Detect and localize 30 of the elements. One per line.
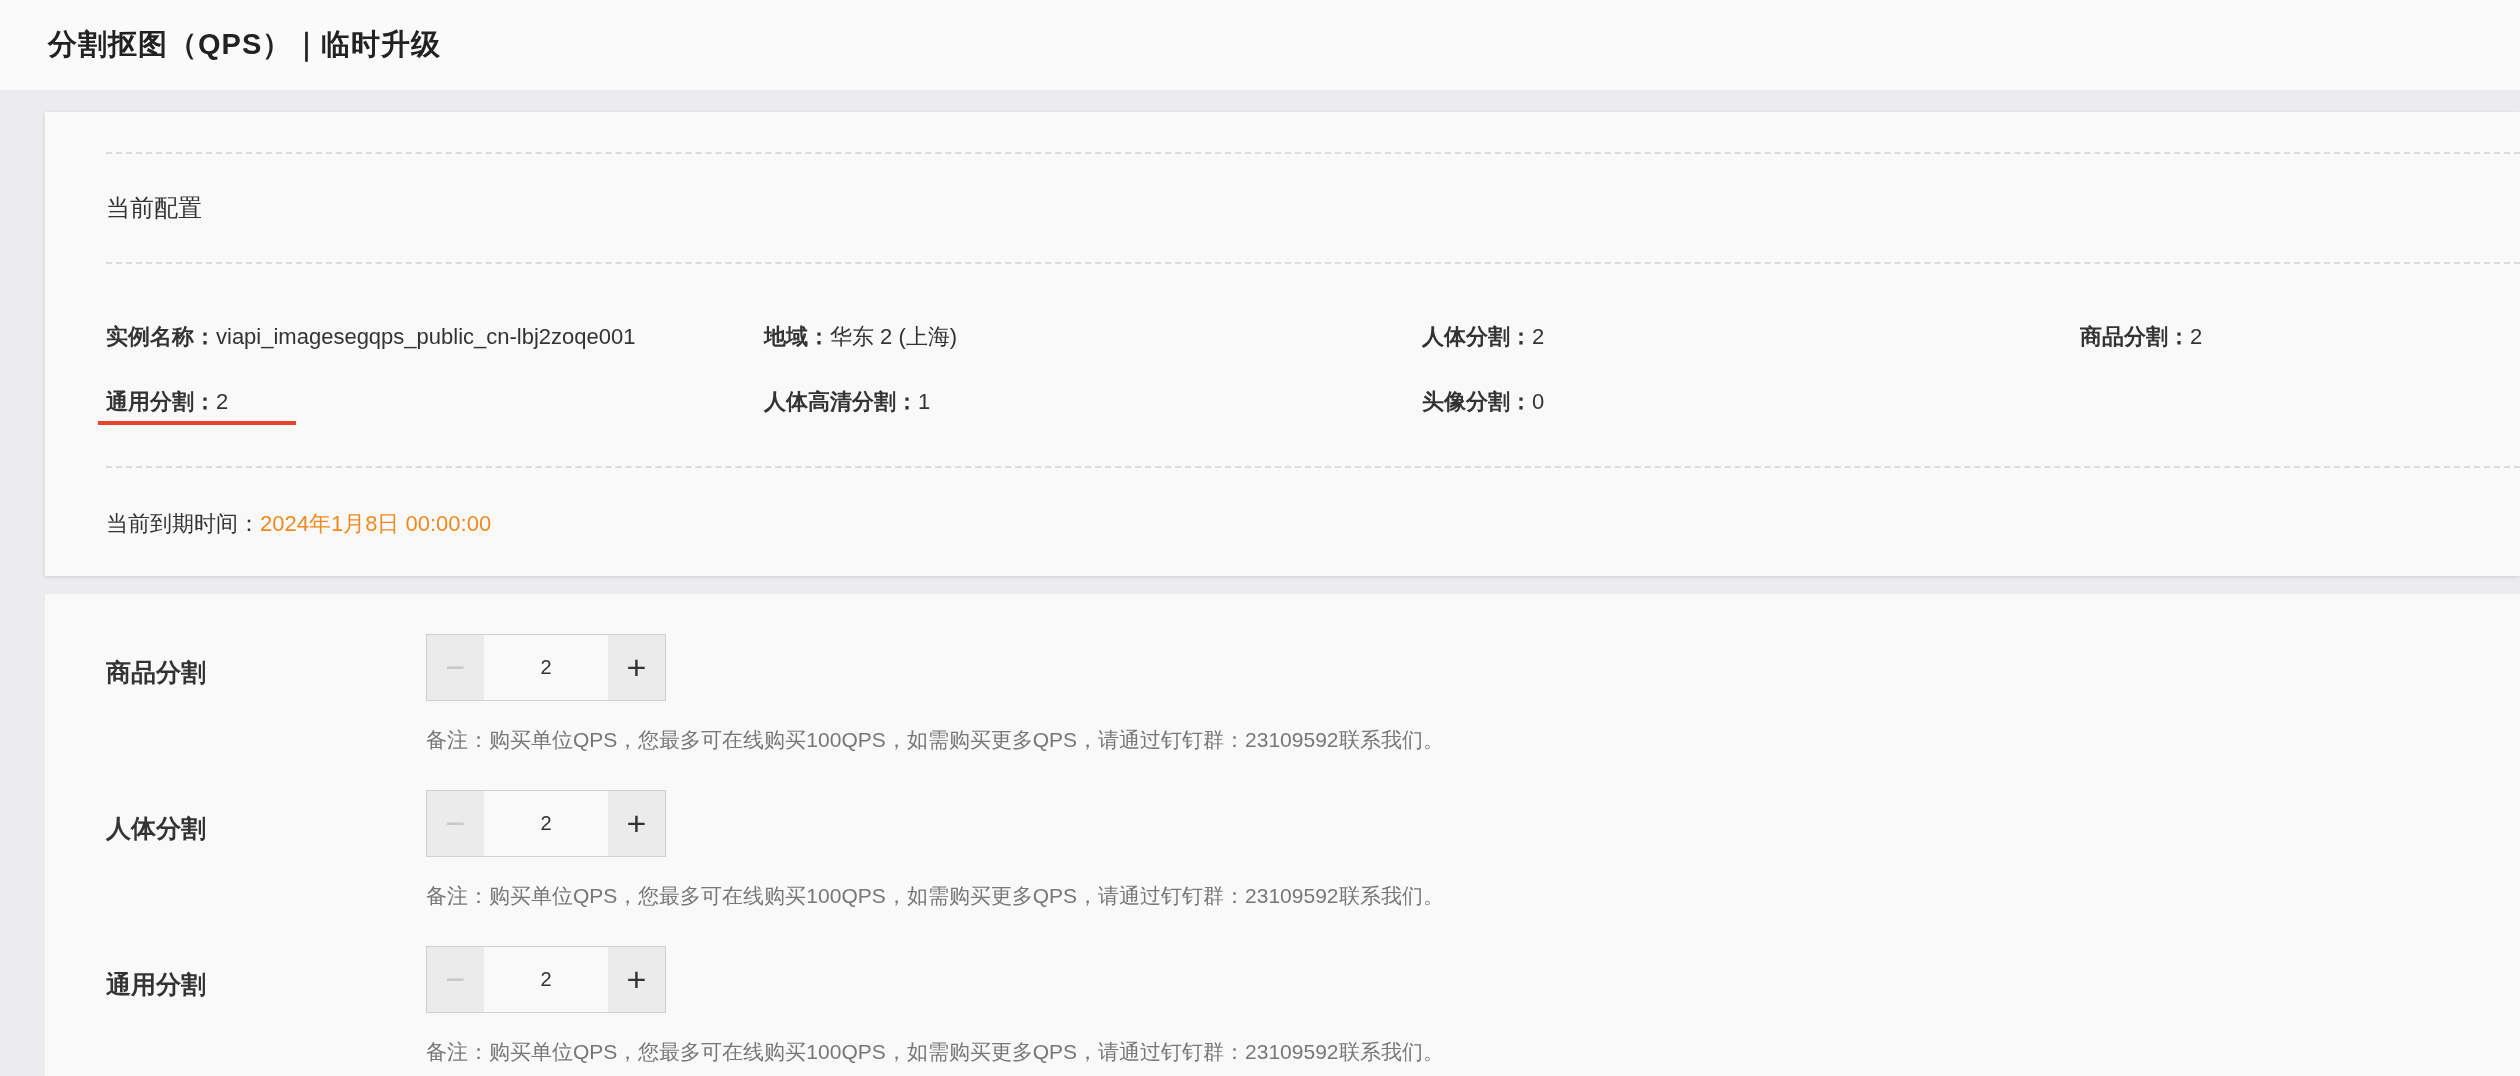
quantity-stepper[interactable]: − 2 + — [426, 634, 666, 701]
quantity-stepper[interactable]: − 2 + — [426, 790, 666, 857]
field-value: 2 — [216, 389, 229, 414]
increment-button[interactable]: + — [608, 947, 665, 1012]
note-text: 备注：购买单位QPS，您最多可在线购买100QPS，如需购买更多QPS，请通过钉钉群：23109592联系我们。 — [426, 727, 1444, 752]
note-text: 备注：购买单位QPS，您最多可在线购买100QPS，如需购买更多QPS，请通过钉钉群：23109592联系我们。 — [426, 1039, 1444, 1064]
field-label: 地域： — [764, 324, 830, 349]
field-label: 人体分割： — [1422, 324, 1532, 349]
field-value: 2 — [2190, 324, 2203, 349]
field-label: 实例名称： — [106, 324, 216, 349]
field-label: 人体高清分割： — [764, 389, 918, 414]
increment-button[interactable]: + — [608, 791, 665, 856]
field-label: 通用分割： — [106, 389, 216, 414]
field-value: 0 — [1532, 389, 1545, 414]
expiry-date: 2024年1月8日 00:00:00 — [260, 511, 492, 536]
field-value: viapi_imagesegqps_public_cn-lbj2zoqe001 — [216, 324, 636, 349]
page-title: 分割抠图（QPS）｜临时升级 — [48, 27, 442, 64]
quantity-stepper[interactable]: − 2 + — [426, 946, 666, 1013]
field-label: 头像分割： — [1422, 389, 1532, 414]
section-heading: 当前配置 — [106, 193, 203, 223]
quantity-label: 商品分割 — [106, 657, 207, 688]
quantity-label: 通用分割 — [106, 969, 207, 1000]
field-value: 1 — [918, 389, 931, 414]
note-text: 备注：购买单位QPS，您最多可在线购买100QPS，如需购买更多QPS，请通过钉钉群：23109592联系我们。 — [426, 883, 1444, 908]
field-value: 华东 2 (上海) — [830, 324, 958, 349]
expiry-label: 当前到期时间： — [106, 511, 260, 536]
increment-button[interactable]: + — [608, 635, 665, 700]
quantity-label: 人体分割 — [106, 813, 207, 844]
field-value: 2 — [1532, 324, 1545, 349]
field-label: 商品分割： — [2080, 324, 2190, 349]
